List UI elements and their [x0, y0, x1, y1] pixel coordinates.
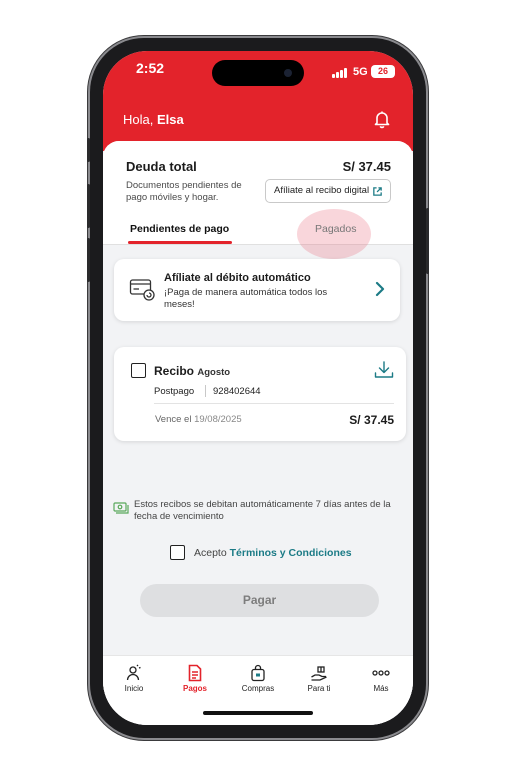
phone-frame: 2:52 5G 26 Hola, Elsa Deuda total S/ 37.…	[87, 38, 429, 738]
debt-amount: S/ 37.45	[342, 159, 391, 174]
battery-icon: 26	[371, 65, 395, 78]
volume-down-button	[87, 238, 90, 282]
nav-label: Inicio	[124, 684, 144, 693]
signal-icon	[332, 68, 348, 78]
autodebit-card[interactable]: Afíliate al débito automático ¡Paga de m…	[114, 259, 400, 321]
terms-link[interactable]: Términos y Condiciones	[230, 547, 352, 559]
nav-label: Pagos	[182, 684, 207, 693]
receipt-card: Recibo Agosto Postpago 928402644 Vence e…	[114, 347, 406, 441]
debt-summary: Deuda total S/ 37.45 Documentos pendient…	[103, 141, 413, 259]
receipt-amount: S/ 37.45	[349, 413, 394, 427]
receipt-icon	[188, 664, 202, 682]
receipt-number: 928402644	[213, 386, 261, 397]
chevron-right-icon	[375, 281, 385, 297]
action-button	[87, 138, 90, 162]
note-text: Estos recibos se debitan automáticamente…	[134, 499, 391, 522]
home-person-icon	[126, 664, 141, 681]
autodebit-title: Afíliate al débito automático	[164, 272, 311, 284]
nav-label: Compras	[241, 684, 275, 693]
digital-receipt-label: Afíliate al recibo digital	[274, 185, 370, 196]
card-autopay-icon	[129, 279, 155, 301]
screen: 2:52 5G 26 Hola, Elsa Deuda total S/ 37.…	[103, 51, 413, 725]
camera-icon	[284, 69, 292, 77]
terms-checkbox[interactable]	[170, 545, 185, 560]
gift-hand-icon	[311, 666, 327, 681]
pay-button[interactable]: Pagar	[140, 584, 379, 617]
divider	[205, 385, 206, 397]
receipt-month: Agosto	[197, 367, 231, 378]
shopping-bag-icon	[251, 664, 265, 682]
status-bar: 2:52 5G 26	[103, 51, 413, 95]
due-date-value: 19/08/2025	[194, 414, 242, 425]
active-tab-indicator	[128, 241, 232, 244]
terms-label: Acepto Términos y Condiciones	[194, 547, 352, 559]
nav-label: Para ti	[307, 684, 331, 693]
dynamic-island	[212, 60, 304, 86]
network-type: 5G	[353, 66, 368, 78]
due-date: Vence el 19/08/2025	[155, 414, 242, 425]
receipt-title: Recibo Agosto	[154, 364, 230, 378]
nav-item-pagos[interactable]: Pagos	[167, 664, 223, 693]
greeting-prefix: Hola,	[123, 112, 154, 127]
digital-receipt-button[interactable]: Afíliate al recibo digital	[265, 179, 391, 203]
home-indicator[interactable]	[203, 711, 313, 715]
external-link-icon	[373, 187, 382, 196]
money-icon	[113, 502, 129, 514]
status-time: 2:52	[136, 60, 165, 76]
receipt-plan: Postpago	[154, 386, 195, 397]
user-name: Elsa	[156, 112, 184, 127]
tab-pending[interactable]: Pendientes de pago	[130, 223, 229, 235]
main-content: Deuda total S/ 37.45 Documentos pendient…	[103, 141, 413, 725]
debt-description: Documentos pendientes de pago móviles y …	[126, 180, 242, 203]
divider	[154, 403, 394, 404]
bell-icon[interactable]	[372, 109, 392, 129]
receipt-checkbox[interactable]	[131, 363, 146, 378]
power-button	[426, 208, 429, 274]
nav-item-mas[interactable]: Más	[353, 664, 409, 693]
tab-paid[interactable]: Pagados	[315, 223, 356, 235]
autodebit-subtitle: ¡Paga de manera automática todos los mes…	[164, 287, 328, 310]
nav-label: Más	[373, 684, 389, 693]
due-label: Vence el	[155, 414, 192, 425]
nav-item-compras[interactable]: Compras	[230, 664, 286, 693]
greeting: Hola, Elsa	[123, 112, 184, 127]
terms-prefix: Acepto	[194, 547, 227, 559]
volume-up-button	[87, 184, 90, 228]
nav-item-para-ti[interactable]: Para ti	[291, 664, 347, 693]
download-icon[interactable]	[374, 361, 394, 379]
nav-item-inicio[interactable]: Inicio	[106, 664, 162, 693]
receipt-label: Recibo	[154, 364, 195, 378]
more-dots-icon	[372, 670, 390, 676]
debt-title: Deuda total	[126, 159, 197, 174]
tab-bar: Pendientes de pago Pagados	[103, 209, 413, 259]
